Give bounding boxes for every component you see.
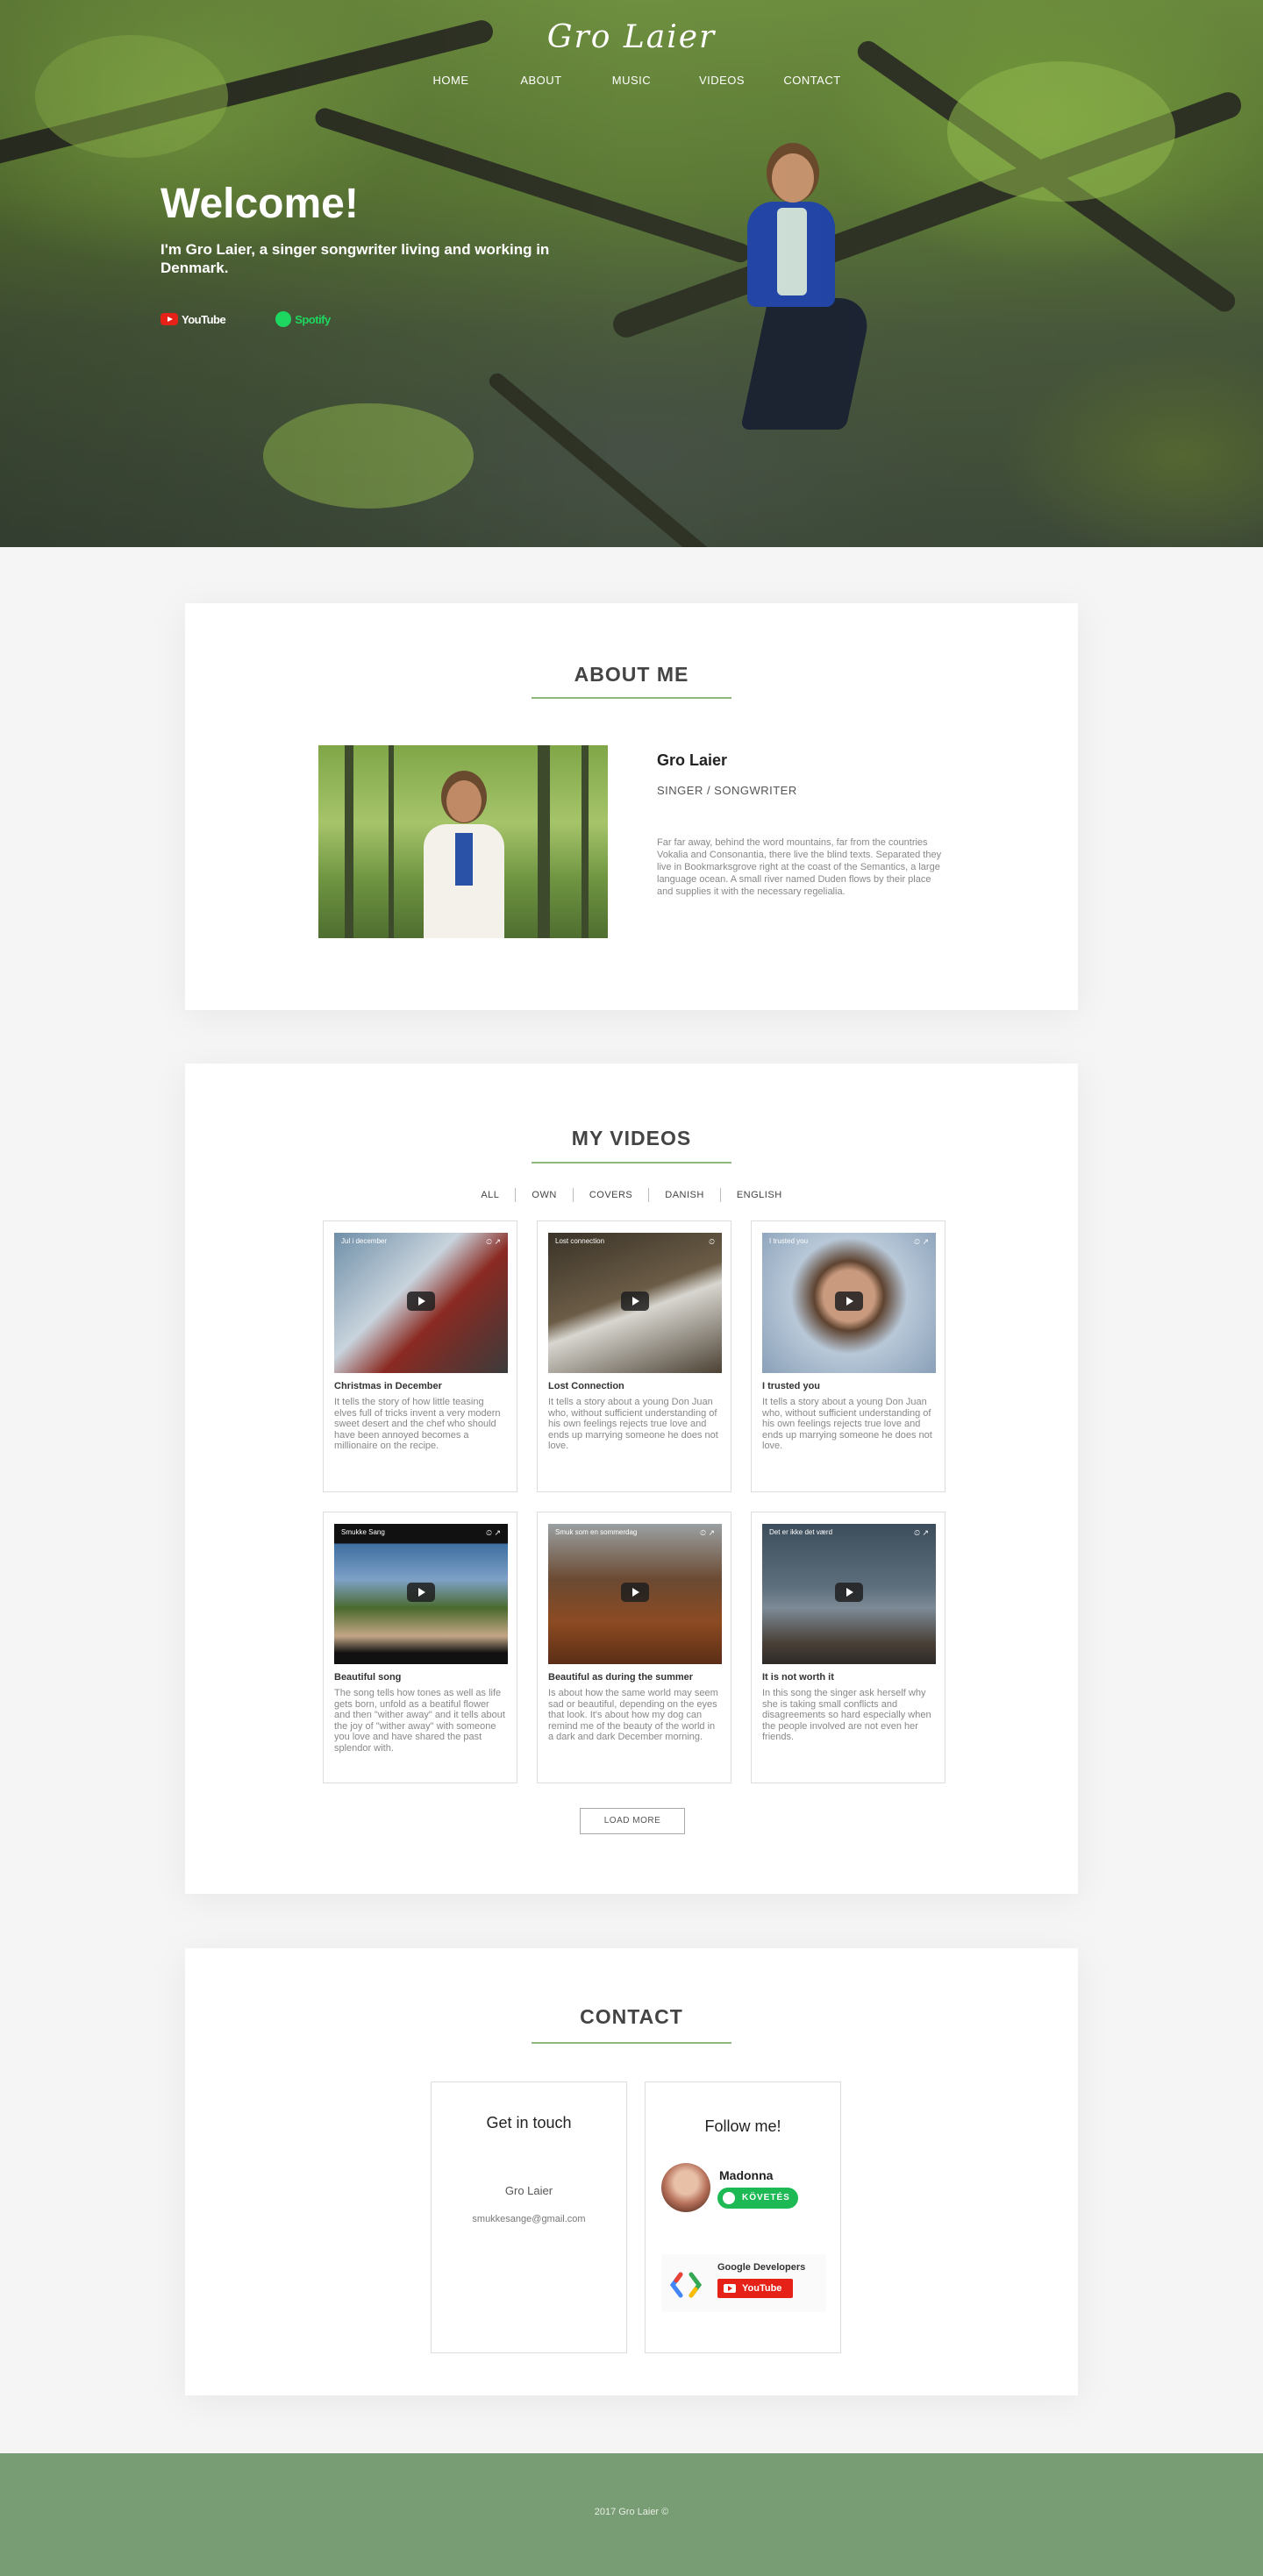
video-description: It tells the story of how little teasing… bbox=[334, 1397, 501, 1451]
filter-english[interactable]: ENGLISH bbox=[721, 1188, 798, 1202]
filter-danish[interactable]: DANISH bbox=[649, 1188, 721, 1202]
video-title: It is not worth it bbox=[762, 1672, 834, 1683]
share-icon[interactable]: ⏲ ↗ bbox=[914, 1528, 929, 1538]
video-description: Is about how the same world may seem sad… bbox=[548, 1688, 718, 1742]
spotify-artist-name: Madonna bbox=[719, 2168, 774, 2182]
spotify-link[interactable]: Spotify bbox=[275, 311, 331, 327]
footer-copyright: 2017 Gro Laier © bbox=[594, 2507, 669, 2517]
filter-covers[interactable]: COVERS bbox=[574, 1188, 650, 1202]
main-nav: HOME ABOUT MUSIC VIDEOS CONTACT bbox=[0, 74, 1263, 87]
video-thumb-title: Det er ikke det værd bbox=[769, 1528, 833, 1536]
section-divider bbox=[532, 1162, 731, 1163]
avatar bbox=[661, 2163, 710, 2212]
video-description: It tells a story about a young Don Juan … bbox=[548, 1397, 718, 1451]
load-more-button[interactable]: LOAD MORE bbox=[580, 1808, 685, 1834]
video-title: Lost Connection bbox=[548, 1381, 624, 1391]
video-card: Lost connection ⏲ Lost Connection It tel… bbox=[537, 1220, 731, 1492]
youtube-subscribe-button[interactable]: YouTube bbox=[717, 2279, 793, 2298]
youtube-channel-name: Google Developers bbox=[717, 2262, 806, 2273]
play-icon[interactable] bbox=[621, 1292, 649, 1311]
footer: 2017 Gro Laier © bbox=[0, 2453, 1263, 2576]
about-section: ABOUT ME Gro Laier SINGER / SONGWRITER F… bbox=[185, 603, 1078, 1010]
video-thumbnail[interactable]: Jul i december ⏲ ↗ bbox=[334, 1233, 508, 1373]
video-thumbnail[interactable]: Smuk som en sommerdag ⏲ ↗ bbox=[548, 1524, 722, 1664]
contact-email[interactable]: smukkesange@gmail.com bbox=[432, 2214, 626, 2224]
nav-music[interactable]: MUSIC bbox=[587, 74, 677, 87]
about-role: SINGER / SONGWRITER bbox=[657, 784, 797, 797]
nav-home[interactable]: HOME bbox=[406, 74, 496, 87]
spotify-follow-widget: Madonna KÖVETÉS bbox=[661, 2163, 826, 2212]
video-thumbnail[interactable]: Det er ikke det værd ⏲ ↗ bbox=[762, 1524, 936, 1664]
video-thumb-title: Lost connection bbox=[555, 1237, 605, 1245]
video-thumb-title: Smuk som en sommerdag bbox=[555, 1528, 638, 1536]
play-icon[interactable] bbox=[407, 1292, 435, 1311]
hero-section: Gro Laier HOME ABOUT MUSIC VIDEOS CONTAC… bbox=[0, 0, 1263, 547]
play-icon[interactable] bbox=[407, 1583, 435, 1602]
share-icon[interactable]: ⏲ ↗ bbox=[700, 1528, 715, 1538]
play-icon[interactable] bbox=[835, 1292, 863, 1311]
video-thumb-title: Jul i december bbox=[341, 1237, 388, 1245]
video-thumbnail[interactable]: Smukke Sang ⏲ ↗ bbox=[334, 1524, 508, 1664]
get-in-touch-heading: Get in touch bbox=[486, 2114, 572, 2131]
video-description: In this song the singer ask herself why … bbox=[762, 1688, 931, 1742]
video-thumbnail[interactable]: I trusted you ⏲ ↗ bbox=[762, 1233, 936, 1373]
video-title: Beautiful as during the summer bbox=[548, 1672, 694, 1683]
video-description: The song tells how tones as well as life… bbox=[334, 1688, 505, 1754]
about-photo bbox=[318, 745, 608, 938]
video-description: It tells a story about a young Don Juan … bbox=[762, 1397, 932, 1451]
play-icon[interactable] bbox=[835, 1583, 863, 1602]
hero-social-links: YouTube Spotify bbox=[161, 311, 331, 327]
video-thumb-title: I trusted you bbox=[769, 1237, 809, 1245]
about-text: Far far away, behind the word mountains,… bbox=[657, 837, 942, 897]
share-icon[interactable]: ⏲ ↗ bbox=[486, 1528, 501, 1538]
youtube-link[interactable]: YouTube bbox=[161, 312, 226, 326]
video-card: Jul i december ⏲ ↗ Christmas in December… bbox=[323, 1220, 517, 1492]
video-card: Smuk som en sommerdag ⏲ ↗ Beautiful as d… bbox=[537, 1512, 731, 1783]
follow-me-box: Follow me! Madonna KÖVETÉS Google Develo… bbox=[645, 2081, 841, 2353]
about-name: Gro Laier bbox=[657, 751, 728, 769]
video-card: Det er ikke det værd ⏲ ↗ It is not worth… bbox=[751, 1512, 945, 1783]
youtube-link-label: YouTube bbox=[182, 312, 226, 326]
nav-about[interactable]: ABOUT bbox=[496, 74, 587, 87]
share-icon[interactable]: ⏲ ↗ bbox=[486, 1237, 501, 1247]
video-title: I trusted you bbox=[762, 1381, 821, 1391]
contact-section: CONTACT Get in touch Gro Laier smukkesan… bbox=[185, 1948, 1078, 2395]
nav-videos[interactable]: VIDEOS bbox=[677, 74, 767, 87]
contact-heading: CONTACT bbox=[580, 2005, 683, 2028]
video-thumbnail[interactable]: Lost connection ⏲ bbox=[548, 1233, 722, 1373]
nav-contact[interactable]: CONTACT bbox=[767, 74, 858, 87]
filter-all[interactable]: ALL bbox=[465, 1188, 517, 1202]
videos-heading: MY VIDEOS bbox=[571, 1127, 692, 1149]
video-card: Smukke Sang ⏲ ↗ Beautiful song The song … bbox=[323, 1512, 517, 1783]
google-developers-logo-icon bbox=[670, 2272, 702, 2298]
video-title: Christmas in December bbox=[334, 1381, 442, 1391]
site-logo[interactable]: Gro Laier bbox=[0, 19, 1263, 55]
spotify-follow-button[interactable]: KÖVETÉS bbox=[717, 2188, 798, 2209]
clock-icon[interactable]: ⏲ bbox=[709, 1237, 715, 1247]
video-card: I trusted you ⏲ ↗ I trusted you It tells… bbox=[751, 1220, 945, 1492]
hero-subtitle: I'm Gro Laier, a singer songwriter livin… bbox=[161, 241, 550, 276]
spotify-link-label: Spotify bbox=[295, 312, 331, 326]
share-icon[interactable]: ⏲ ↗ bbox=[914, 1237, 929, 1247]
filter-own[interactable]: OWN bbox=[516, 1188, 574, 1202]
youtube-icon bbox=[161, 313, 178, 325]
follow-me-heading: Follow me! bbox=[704, 2117, 781, 2135]
video-filter-bar: ALL OWN COVERS DANISH ENGLISH bbox=[0, 1188, 1263, 1202]
youtube-subscribe-widget: Google Developers YouTube bbox=[661, 2254, 826, 2312]
spotify-icon bbox=[275, 311, 292, 327]
video-thumb-title: Smukke Sang bbox=[341, 1528, 385, 1536]
hero-title: Welcome! bbox=[161, 181, 359, 227]
contact-name: Gro Laier bbox=[504, 2184, 553, 2197]
video-title: Beautiful song bbox=[334, 1672, 402, 1683]
about-heading: ABOUT ME bbox=[574, 663, 689, 686]
section-divider bbox=[532, 2042, 731, 2044]
get-in-touch-box: Get in touch Gro Laier smukkesange@gmail… bbox=[431, 2081, 627, 2353]
section-divider bbox=[532, 697, 731, 699]
play-icon[interactable] bbox=[621, 1583, 649, 1602]
